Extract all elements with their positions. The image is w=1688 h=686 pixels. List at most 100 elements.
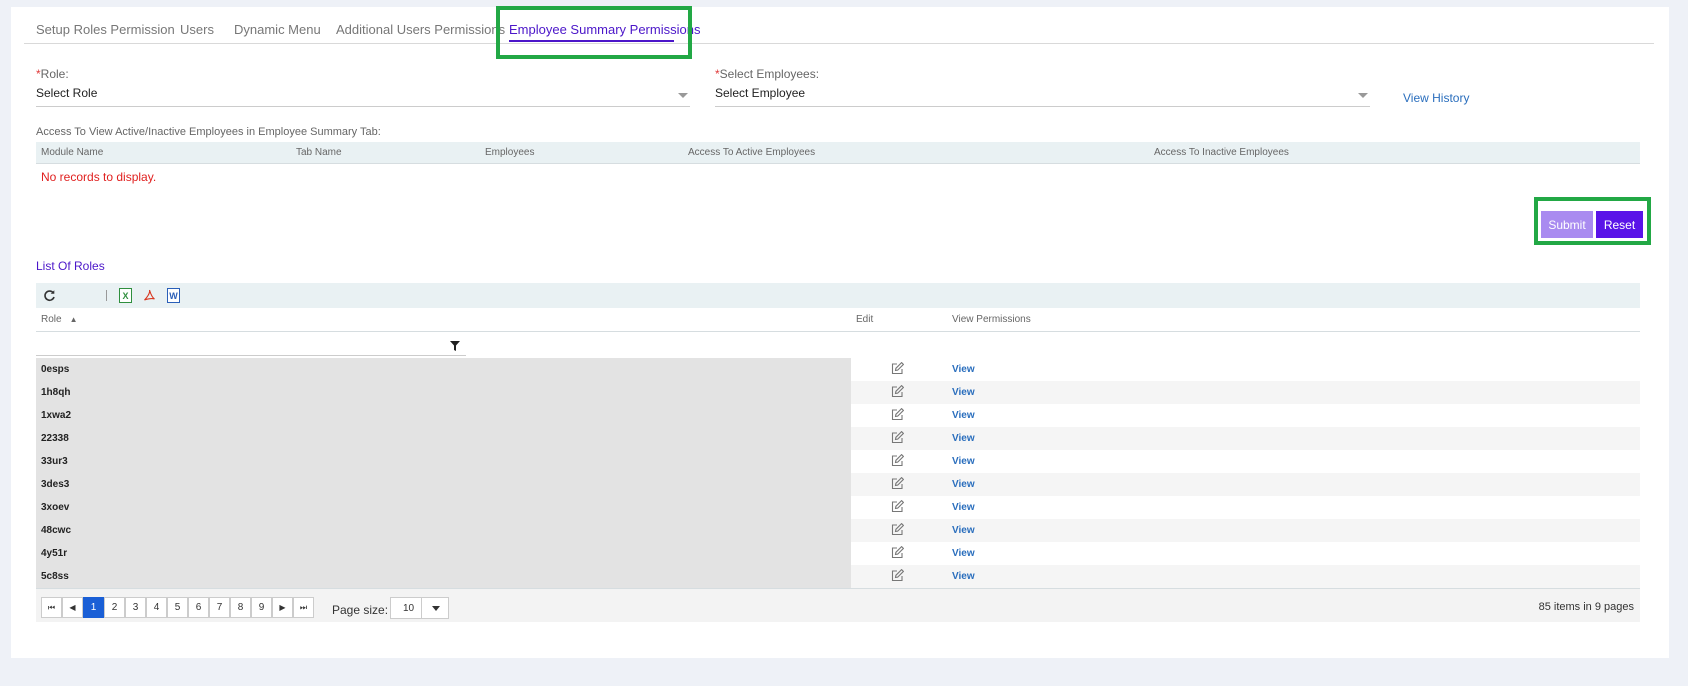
page-button[interactable]: 9 (251, 597, 272, 618)
last-page-button[interactable]: ⏭ (293, 597, 314, 618)
role-cell: 48cwc (36, 519, 851, 542)
edit-icon[interactable] (891, 476, 905, 490)
word-export-icon[interactable]: W (167, 288, 180, 303)
edit-icon[interactable] (891, 430, 905, 444)
column-header-active-access: Access To Active Employees (688, 147, 816, 158)
edit-icon[interactable] (891, 384, 905, 398)
list-of-roles-title: List Of Roles (36, 259, 105, 273)
page-size-label: Page size: (332, 603, 389, 617)
next-page-button[interactable]: ▶ (272, 597, 293, 618)
edit-icon[interactable] (891, 499, 905, 513)
role-name: 3xoev (41, 502, 70, 513)
tab-dynamic-menu[interactable]: Dynamic Menu (234, 22, 321, 37)
table-row: 22338 View (36, 427, 1640, 450)
table-row: 48cwc View (36, 519, 1640, 542)
tab-additional-users-permissions[interactable]: Additional Users Permissions (336, 22, 505, 37)
page-button[interactable]: 6 (188, 597, 209, 618)
table-row: 0esps View (36, 358, 1640, 381)
chevron-down-icon (432, 606, 440, 611)
role-column-header[interactable]: Role ▲ (41, 314, 78, 325)
pager-info: 85 items in 9 pages (1538, 601, 1634, 613)
submit-button[interactable]: Submit (1541, 211, 1593, 238)
page-button[interactable]: 8 (230, 597, 251, 618)
page-button[interactable]: 1 (83, 597, 104, 618)
filter-icon[interactable] (450, 341, 460, 351)
edit-icon[interactable] (891, 568, 905, 582)
employees-select[interactable]: Select Employee (715, 85, 1370, 107)
view-permissions-link[interactable]: View (952, 387, 975, 398)
edit-icon[interactable] (891, 407, 905, 421)
access-grid-header: Module Name Tab Name Employees Access To… (36, 142, 1640, 164)
page-button[interactable]: 2 (104, 597, 125, 618)
role-label: *Role: (36, 67, 69, 81)
role-select[interactable]: Select Role (36, 85, 690, 107)
previous-page-button[interactable]: ◀ (62, 597, 83, 618)
role-name: 1h8qh (41, 387, 71, 398)
column-header-inactive-access: Access To Inactive Employees (1154, 147, 1289, 158)
column-header-tab-name: Tab Name (296, 147, 342, 158)
header-divider (36, 331, 1640, 332)
tab-setup-roles-permission[interactable]: Setup Roles Permission (36, 22, 175, 37)
toolbar-separator (106, 290, 107, 301)
edit-column-header: Edit (856, 314, 874, 325)
view-permissions-link[interactable]: View (952, 456, 975, 467)
view-history-link[interactable]: View History (1403, 91, 1469, 105)
table-row: 1h8qh View (36, 381, 1640, 404)
employees-select-value: Select Employee (715, 86, 806, 100)
role-name: 48cwc (41, 525, 72, 536)
role-name: 4y51r (41, 548, 68, 559)
edit-icon[interactable] (891, 453, 905, 467)
excel-export-icon[interactable]: X (119, 288, 132, 303)
pager: ⏮ ◀ 123456789 ▶ ⏭ Page size: 10 85 items… (36, 588, 1640, 622)
view-permissions-link[interactable]: View (952, 479, 975, 490)
pdf-export-icon[interactable] (143, 288, 156, 303)
table-row: 1xwa2 View (36, 404, 1640, 427)
table-row: 3xoev View (36, 496, 1640, 519)
edit-icon[interactable] (891, 522, 905, 536)
role-name: 33ur3 (41, 456, 68, 467)
role-cell: 1xwa2 (36, 404, 851, 427)
view-permissions-link[interactable]: View (952, 433, 975, 444)
table-row: 4y51r View (36, 542, 1640, 565)
view-permissions-link[interactable]: View (952, 548, 975, 559)
edit-icon[interactable] (891, 545, 905, 559)
role-name: 22338 (41, 433, 69, 444)
page-size-separator (421, 598, 422, 618)
role-cell: 1h8qh (36, 381, 851, 404)
role-name: 5c8ss (41, 571, 69, 582)
table-row: 33ur3 View (36, 450, 1640, 473)
no-records-message: No records to display. (41, 170, 157, 184)
view-permissions-link[interactable]: View (952, 364, 975, 375)
tab-users[interactable]: Users (180, 22, 214, 37)
page-button[interactable]: 5 (167, 597, 188, 618)
page-button[interactable]: 3 (125, 597, 146, 618)
column-header-employees: Employees (485, 147, 535, 158)
first-page-button[interactable]: ⏮ (41, 597, 62, 618)
role-name: 3des3 (41, 479, 70, 490)
view-permissions-link[interactable]: View (952, 571, 975, 582)
view-permissions-link[interactable]: View (952, 410, 975, 421)
page-size-select[interactable]: 10 (390, 597, 449, 619)
chevron-down-icon (1358, 93, 1368, 98)
refresh-icon[interactable] (43, 288, 56, 303)
table-row: 5c8ss View (36, 565, 1640, 588)
reset-button[interactable]: Reset (1596, 211, 1643, 238)
role-cell: 3xoev (36, 496, 851, 519)
page-button[interactable]: 7 (209, 597, 230, 618)
role-cell: 4y51r (36, 542, 851, 565)
role-select-value: Select Role (36, 86, 98, 100)
role-name: 0esps (41, 364, 70, 375)
page-button[interactable]: 4 (146, 597, 167, 618)
employees-label: *Select Employees: (715, 67, 820, 81)
role-cell: 0esps (36, 358, 851, 381)
grid-toolbar: X W (36, 283, 1640, 308)
role-cell: 3des3 (36, 473, 851, 496)
view-permissions-link[interactable]: View (952, 525, 975, 536)
role-cell: 5c8ss (36, 565, 851, 588)
role-filter-input[interactable] (36, 355, 466, 356)
view-permissions-column-header: View Permissions (952, 314, 1031, 325)
edit-icon[interactable] (891, 361, 905, 375)
chevron-down-icon (678, 93, 688, 98)
table-row: 3des3 View (36, 473, 1640, 496)
view-permissions-link[interactable]: View (952, 502, 975, 513)
